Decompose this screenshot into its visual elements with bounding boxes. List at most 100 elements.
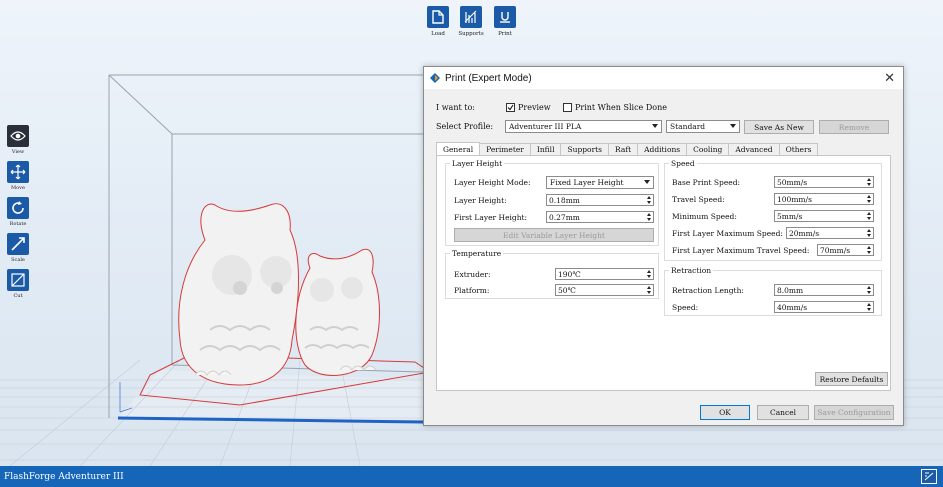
rotate-tool[interactable]: Rotate (6, 197, 30, 231)
cancel-button[interactable]: Cancel (757, 405, 809, 420)
chevron-down-icon (730, 124, 736, 128)
layer-height-mode-label: Layer Height Mode: (454, 178, 531, 187)
supports-icon (460, 6, 482, 28)
spinner-arrows-icon[interactable] (865, 178, 872, 186)
first-layer-height-label: First Layer Height: (454, 213, 528, 222)
spinner-arrows-icon[interactable] (865, 229, 872, 237)
spinner-arrows-icon[interactable] (645, 286, 652, 294)
device-status-icon[interactable] (921, 469, 937, 484)
minimum-speed-stepper[interactable]: 5mm/s (774, 210, 874, 222)
empty-checkbox-box (563, 103, 572, 112)
spinner-arrows-icon[interactable] (645, 196, 652, 204)
layer-height-value: 0.18mm (549, 195, 580, 205)
first-layer-height-stepper[interactable]: 0.27mm (546, 211, 654, 223)
extruder-label: Extruder: (454, 270, 491, 279)
move-label: Move (11, 185, 25, 191)
view-tool[interactable]: View (6, 125, 30, 159)
layer-height-mode-value: Fixed Layer Height (550, 178, 624, 187)
app-logo-icon (430, 73, 440, 83)
temperature-legend: Temperature (452, 249, 502, 258)
spinner-arrows-icon[interactable] (645, 270, 652, 278)
travel-speed-stepper[interactable]: 100mm/s (774, 193, 874, 205)
first-layer-max-speed-label: First Layer Maximum Speed: (672, 229, 783, 238)
base-print-speed-stepper[interactable]: 50mm/s (774, 176, 874, 188)
rotate-label: Rotate (9, 221, 27, 227)
move-tool[interactable]: Move (6, 161, 30, 195)
quality-select-value: Standard (670, 122, 706, 131)
base-print-speed-label: Base Print Speed: (672, 178, 741, 187)
platform-temp-value: 50℃ (558, 285, 576, 295)
i-want-to-label: I want to: (436, 103, 475, 112)
first-layer-max-travel-speed-value: 70mm/s (820, 245, 851, 255)
file-icon (427, 6, 449, 28)
retraction-speed-stepper[interactable]: 40mm/s (774, 301, 874, 313)
spinner-arrows-icon[interactable] (865, 246, 872, 254)
spinner-arrows-icon[interactable] (865, 212, 872, 220)
layer-height-legend: Layer Height (452, 159, 503, 168)
quality-select[interactable]: Standard (666, 120, 740, 133)
first-layer-max-travel-speed-stepper[interactable]: 70mm/s (817, 244, 874, 256)
print-tool[interactable]: Print (487, 6, 523, 44)
save-configuration-button[interactable]: Save Configuration (814, 405, 894, 420)
edit-variable-layer-height-button[interactable]: Edit Variable Layer Height (454, 228, 654, 242)
rotate-icon (7, 197, 29, 219)
retraction-speed-label: Speed: (672, 303, 699, 312)
print-label: Print (498, 31, 512, 37)
first-layer-max-speed-stepper[interactable]: 20mm/s (786, 227, 874, 239)
platform-temp-stepper[interactable]: 50℃ (555, 284, 654, 296)
move-icon (7, 161, 29, 183)
close-icon[interactable]: ✕ (884, 71, 895, 84)
scale-icon (7, 233, 29, 255)
speed-legend: Speed (671, 159, 695, 168)
status-bar: FlashForge Adventurer III (0, 466, 943, 487)
supports-label: Supports (458, 31, 484, 37)
owl-model-large[interactable] (178, 203, 299, 386)
retraction-length-label: Retraction Length: (672, 286, 744, 295)
first-layer-max-travel-speed-label: First Layer Maximum Travel Speed: (672, 246, 810, 255)
print-icon (494, 6, 516, 28)
save-as-new-button[interactable]: Save As New (744, 120, 814, 134)
tab-general[interactable]: General (436, 142, 481, 156)
cut-tool[interactable]: Cut (6, 269, 30, 303)
retraction-speed-value: 40mm/s (777, 302, 808, 312)
layer-height-stepper[interactable]: 0.18mm (546, 194, 654, 206)
remove-button[interactable]: Remove (819, 120, 889, 134)
spinner-arrows-icon[interactable] (865, 286, 872, 294)
extruder-temp-stepper[interactable]: 190℃ (555, 268, 654, 280)
retraction-legend: Retraction (671, 266, 712, 275)
first-layer-height-value: 0.27mm (549, 212, 580, 222)
spinner-arrows-icon[interactable] (865, 303, 872, 311)
dialog-title: Print (Expert Mode) (445, 72, 532, 84)
retraction-length-stepper[interactable]: 8.0mm (774, 284, 874, 296)
settings-tabs: General Perimeter Infill Supports Raft A… (436, 142, 819, 156)
printer-name: FlashForge Adventurer III (4, 471, 124, 482)
load-tool[interactable]: Load (420, 6, 456, 44)
scale-tool[interactable]: Scale (6, 233, 30, 267)
print-when-done-checkbox[interactable]: Print When Slice Done (563, 103, 667, 112)
general-tab-panel: Layer Height Layer Height Mode: Fixed La… (436, 155, 891, 391)
extruder-temp-value: 190℃ (558, 269, 581, 279)
preview-checkbox[interactable]: Preview (506, 103, 551, 112)
load-label: Load (431, 31, 445, 37)
cut-label: Cut (13, 293, 23, 299)
profile-select-value: Adventurer III PLA (509, 122, 582, 131)
owl-model-small[interactable] (295, 248, 380, 376)
dialog-titlebar[interactable]: Print (Expert Mode) ✕ (424, 67, 903, 89)
first-layer-max-speed-value: 20mm/s (789, 228, 820, 238)
profile-select[interactable]: Adventurer III PLA (505, 120, 662, 133)
minimum-speed-value: 5mm/s (777, 211, 803, 221)
layer-height-label: Layer Height: (454, 196, 507, 205)
platform-label: Platform: (454, 286, 490, 295)
restore-defaults-button[interactable]: Restore Defaults (815, 372, 888, 386)
layer-height-mode-select[interactable]: Fixed Layer Height (546, 176, 654, 189)
chevron-down-icon (652, 124, 658, 128)
supports-tool[interactable]: Supports (453, 6, 489, 44)
print-when-done-label: Print When Slice Done (575, 103, 667, 112)
minimum-speed-label: Minimum Speed: (672, 212, 737, 221)
eye-icon (7, 125, 29, 147)
base-print-speed-value: 50mm/s (777, 177, 808, 187)
spinner-arrows-icon[interactable] (645, 213, 652, 221)
spinner-arrows-icon[interactable] (865, 195, 872, 203)
print-expert-dialog: Print (Expert Mode) ✕ I want to: Preview… (423, 66, 904, 426)
ok-button[interactable]: OK (700, 405, 750, 420)
